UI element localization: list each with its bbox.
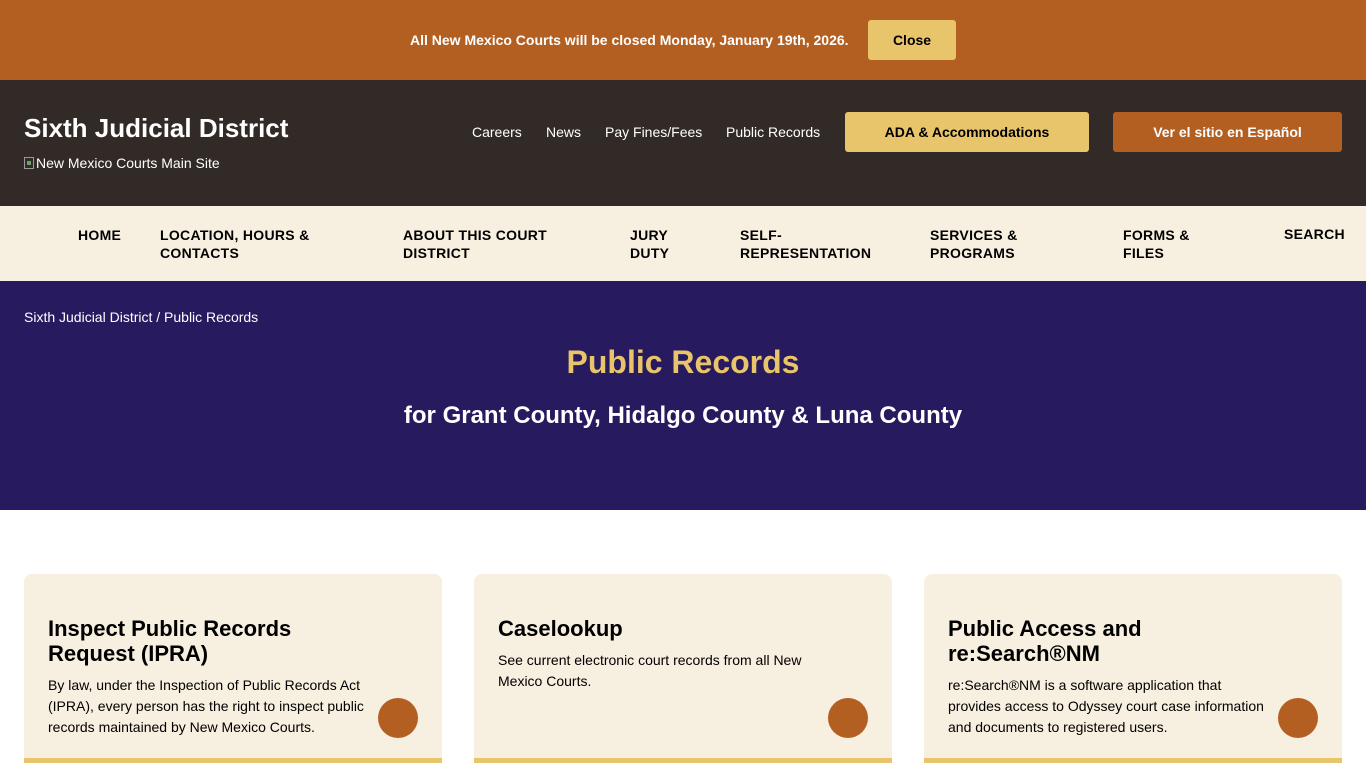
nav-item-self-representation[interactable]: SELF- REPRESENTATION [740,226,871,262]
page-title: Public Records [566,344,800,380]
spanish-site-button[interactable]: Ver el sitio en Español [1113,112,1342,152]
nav-item-jury-duty[interactable]: JURY DUTY [630,226,669,262]
broken-image-icon [24,157,34,169]
nav-item-home[interactable]: HOME [78,226,121,244]
card-caselookup[interactable]: Caselookup See current electronic court … [474,574,892,763]
alert-banner: All New Mexico Courts will be closed Mon… [0,0,1366,80]
card-arrow-button[interactable] [378,698,418,738]
page-subtitle: for Grant County, Hidalgo County & Luna … [403,402,963,429]
nav-item-location-hours-contacts[interactable]: LOCATION, HOURS & CONTACTS [160,226,310,262]
ada-accommodations-button[interactable]: ADA & Accommodations [845,112,1089,152]
util-nav-careers[interactable]: Careers [472,124,522,140]
card-ipra[interactable]: Inspect Public Records Request (IPRA) By… [24,574,442,763]
card-description: By law, under the Inspection of Public R… [48,677,364,735]
site-title[interactable]: Sixth Judicial District [24,113,288,144]
nav-item-search[interactable]: SEARCH [1284,225,1345,243]
main-nav: HOME LOCATION, HOURS & CONTACTS ABOUT TH… [0,206,1366,281]
page-hero: Sixth Judicial District / Public Records… [0,281,1366,510]
alert-close-button[interactable]: Close [868,20,956,60]
site-header: Sixth Judicial District New Mexico Court… [0,80,1366,206]
card-arrow-button[interactable] [1278,698,1318,738]
alert-message: All New Mexico Courts will be closed Mon… [410,32,849,48]
card-research-nm[interactable]: Public Access and re:Search®NM re:Search… [924,574,1342,763]
main-site-link[interactable]: New Mexico Courts Main Site [24,155,220,171]
nav-item-about-court-district[interactable]: ABOUT THIS COURT DISTRICT [403,226,547,262]
main-site-alt-text: New Mexico Courts Main Site [36,155,220,171]
util-nav-pay-fines[interactable]: Pay Fines/Fees [605,124,702,140]
card-title: Caselookup [498,616,623,641]
card-title: Inspect Public Records Request (IPRA) [48,616,292,666]
util-nav-public-records[interactable]: Public Records [726,124,820,140]
util-nav-news[interactable]: News [546,124,581,140]
card-arrow-button[interactable] [828,698,868,738]
breadcrumb[interactable]: Sixth Judicial District / Public Records [24,309,258,325]
card-title: Public Access and re:Search®NM [948,616,1142,666]
card-description: See current electronic court records fro… [498,652,802,689]
nav-item-forms-files[interactable]: FORMS & FILES [1123,226,1190,262]
nav-item-services-programs[interactable]: SERVICES & PROGRAMS [930,226,1018,262]
card-description: re:Search®NM is a software application t… [948,677,1264,735]
